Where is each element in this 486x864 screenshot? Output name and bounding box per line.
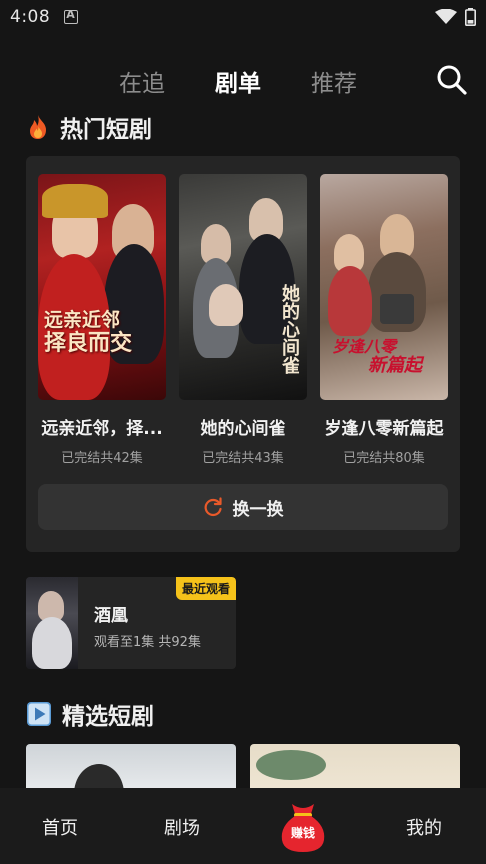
drama-card[interactable]: 远亲近邻 择良而交 远亲近邻，择... 已完结共42集 — [38, 174, 166, 466]
poster-figure — [32, 617, 72, 669]
drama-poster: 岁逢八零 新篇起 — [320, 174, 448, 400]
battery-icon — [465, 8, 476, 26]
drama-title: 岁逢八零新篇起 — [324, 419, 444, 439]
status-time: 4:08 — [10, 7, 51, 27]
drama-card-list: 远亲近邻 择良而交 远亲近邻，择... 已完结共42集 她的心间雀 她的心间雀 … — [38, 174, 448, 466]
tab-playlist[interactable]: 剧单 — [215, 64, 261, 98]
refresh-button[interactable]: 换一换 — [38, 484, 448, 530]
refresh-icon — [204, 497, 222, 517]
nav-earn-label: 赚钱 — [290, 826, 315, 840]
drama-card[interactable]: 岁逢八零 新篇起 岁逢八零新篇起 已完结共80集 — [320, 174, 448, 466]
drama-episodes: 已完结共43集 — [202, 451, 284, 466]
drama-episodes: 已完结共42集 — [61, 451, 143, 466]
recent-watch-badge: 最近观看 — [175, 577, 236, 600]
poster-tree — [256, 750, 326, 780]
hot-section-title: 热门短剧 — [60, 117, 152, 143]
featured-section-header: 精选短剧 — [26, 697, 154, 731]
recent-watch-title: 酒凰 — [94, 606, 128, 626]
nav-home[interactable]: 首页 — [42, 814, 78, 840]
featured-section-title: 精选短剧 — [62, 704, 154, 730]
drama-title: 她的心间雀 — [200, 419, 286, 439]
refresh-label: 换一换 — [232, 499, 284, 520]
status-icons — [435, 8, 476, 26]
poster-headdress — [42, 184, 108, 218]
drama-card[interactable]: 她的心间雀 她的心间雀 已完结共43集 — [179, 174, 307, 466]
drama-episodes: 已完结共80集 — [343, 451, 425, 466]
poster-radio — [380, 294, 414, 324]
nav-earn[interactable]: 赚钱 — [278, 798, 328, 854]
notification-a-icon — [64, 8, 79, 24]
poster-caption: 岁逢八零 新篇起 — [332, 337, 422, 376]
drama-title: 远亲近邻，择... — [41, 419, 163, 439]
drama-poster: 远亲近邻 择良而交 — [38, 174, 166, 400]
recent-watch-card[interactable]: 最近观看 酒凰 观看至1集 共92集 — [26, 577, 236, 669]
status-bar: 4:08 — [0, 0, 486, 34]
poster-caption: 她的心间雀 — [279, 284, 300, 374]
hot-dramas-panel: 远亲近邻 择良而交 远亲近邻，择... 已完结共42集 她的心间雀 她的心间雀 … — [26, 156, 460, 552]
tab-recommend[interactable]: 推荐 — [311, 64, 357, 98]
nav-theater[interactable]: 剧场 — [164, 814, 200, 840]
poster-figure — [328, 266, 372, 336]
nav-mine[interactable]: 我的 — [406, 814, 442, 840]
top-tabs: 在追 剧单 推荐 — [0, 58, 486, 104]
poster-figure — [209, 284, 243, 326]
recent-watch-thumbnail — [26, 577, 78, 669]
fire-icon — [30, 115, 46, 139]
wifi-icon — [435, 9, 457, 24]
play-box-icon — [27, 702, 51, 726]
search-icon[interactable] — [436, 64, 468, 96]
bottom-navigation: 首页 剧场 赚钱 我的 — [0, 788, 486, 864]
recent-watch-progress: 观看至1集 共92集 — [94, 635, 201, 650]
poster-caption: 远亲近邻 择良而交 — [44, 309, 133, 356]
hot-section-header: 热门短剧 — [26, 110, 152, 144]
drama-poster: 她的心间雀 — [179, 174, 307, 400]
tab-following[interactable]: 在追 — [119, 64, 165, 98]
